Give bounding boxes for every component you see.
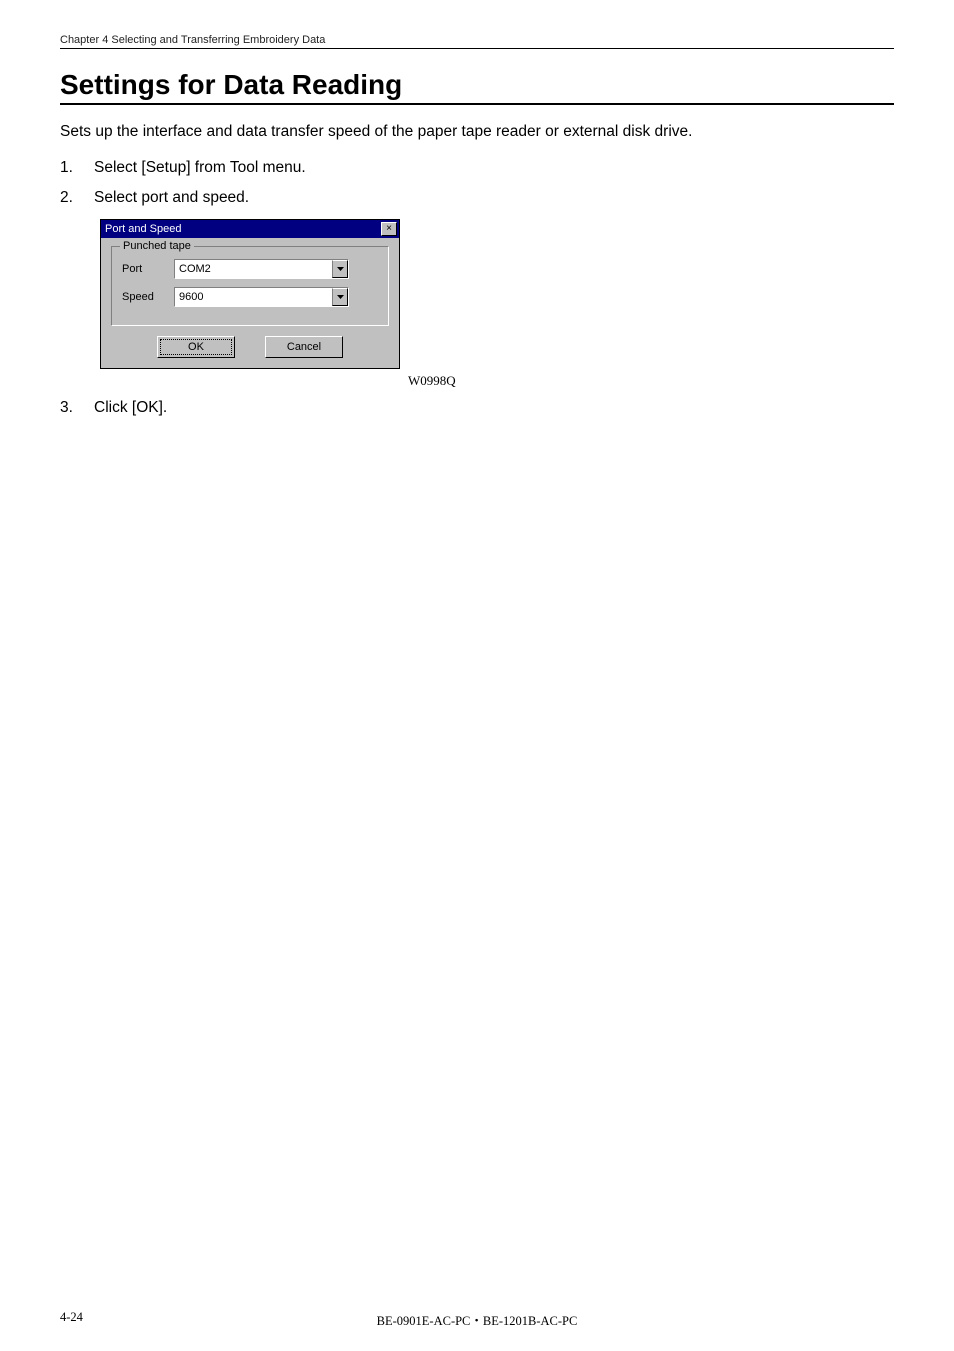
cancel-button[interactable]: Cancel — [265, 336, 343, 358]
title-rule — [60, 103, 894, 105]
port-and-speed-dialog: Port and Speed × Port COM2 Speed — [100, 219, 400, 369]
step-3-number: 3. — [60, 399, 94, 417]
figure-reference: W0998Q — [408, 373, 894, 389]
step-2: 2. Select port and speed. — [60, 189, 894, 207]
step-1: 1. Select [Setup] from Tool menu. — [60, 159, 894, 177]
speed-value: 9600 — [175, 288, 332, 306]
chevron-down-icon[interactable] — [332, 288, 348, 306]
footer-model: BE-0901E-AC-PC・BE-1201B-AC-PC — [60, 1310, 894, 1329]
step-1-text: Select [Setup] from Tool menu. — [94, 159, 306, 177]
step-1-number: 1. — [60, 159, 94, 177]
speed-label: Speed — [122, 291, 174, 303]
header-rule — [60, 48, 894, 49]
step-2-text: Select port and speed. — [94, 189, 249, 207]
dialog-title: Port and Speed — [105, 223, 181, 235]
dialog-titlebar[interactable]: Port and Speed × — [101, 220, 399, 238]
punched-tape-group: Port COM2 Speed 9600 — [111, 246, 389, 326]
port-select[interactable]: COM2 — [174, 259, 349, 279]
port-label: Port — [122, 263, 174, 275]
port-value: COM2 — [175, 260, 332, 278]
step-3-text: Click [OK]. — [94, 399, 167, 417]
close-icon[interactable]: × — [381, 222, 397, 236]
speed-select[interactable]: 9600 — [174, 287, 349, 307]
step-2-number: 2. — [60, 189, 94, 207]
page-title: Settings for Data Reading — [60, 69, 894, 101]
page-footer: 4-24 BE-0901E-AC-PC・BE-1201B-AC-PC — [60, 1310, 894, 1325]
intro-text: Sets up the interface and data transfer … — [60, 123, 894, 141]
running-header: Chapter 4 Selecting and Transferring Emb… — [60, 34, 894, 46]
step-3: 3. Click [OK]. — [60, 399, 894, 417]
chevron-down-icon[interactable] — [332, 260, 348, 278]
ok-button[interactable]: OK — [157, 336, 235, 358]
